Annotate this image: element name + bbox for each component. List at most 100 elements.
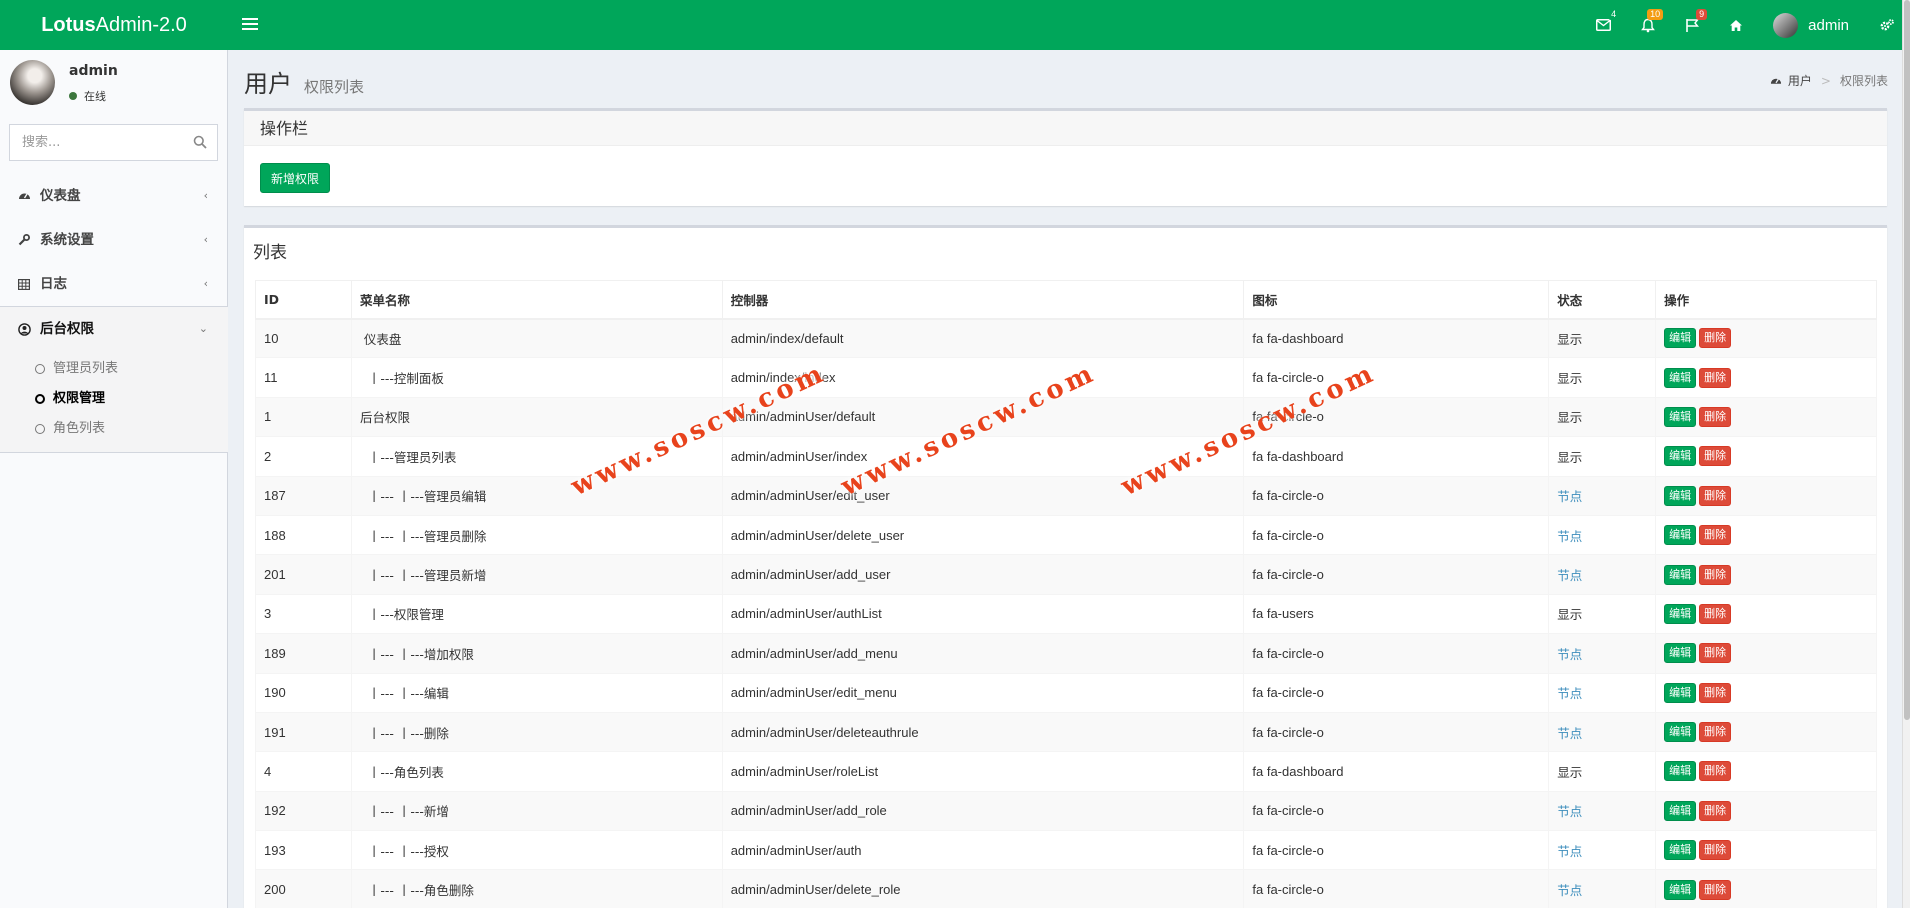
status-label: 显示 <box>1557 449 1583 465</box>
delete-button[interactable]: 删除 <box>1699 485 1732 506</box>
column-header[interactable]: 菜单名称 <box>350 280 723 320</box>
delete-button[interactable]: 删除 <box>1699 761 1732 782</box>
edit-button[interactable]: 编辑 <box>1664 800 1697 821</box>
cell-actions: 编辑 删除 <box>1655 751 1877 792</box>
chevron-down-icon: ⌄ <box>198 322 208 335</box>
edit-button[interactable]: 编辑 <box>1664 879 1697 900</box>
edit-button[interactable]: 编辑 <box>1664 643 1697 664</box>
delete-button[interactable]: 删除 <box>1699 328 1732 349</box>
sidebar-item-dashboard[interactable]: 仪表盘 ‹ <box>0 174 228 218</box>
status-label[interactable]: 节点 <box>1557 489 1582 504</box>
app-logo[interactable]: LotusAdmin-2.0 <box>0 0 228 50</box>
status-label[interactable]: 节点 <box>1557 686 1582 701</box>
sidebar-subitem-role-list[interactable]: 角色列表 <box>0 414 228 444</box>
column-header[interactable]: ID <box>255 280 352 320</box>
status-label[interactable]: 节点 <box>1557 568 1582 583</box>
edit-button[interactable]: 编辑 <box>1664 722 1697 743</box>
delete-button[interactable]: 删除 <box>1699 446 1732 467</box>
cell-menu-name: 后台权限 <box>350 396 723 438</box>
status-label[interactable]: 节点 <box>1557 647 1582 662</box>
cell-icon-class: fa fa-circle-o <box>1243 672 1550 713</box>
cell-icon-class: fa fa-circle-o <box>1243 830 1550 871</box>
edit-button[interactable]: 编辑 <box>1664 840 1697 861</box>
column-header[interactable]: 操作 <box>1655 280 1877 320</box>
status-label[interactable]: 节点 <box>1557 883 1582 898</box>
table-row: 187 丨--- 丨---管理员编辑 admin/adminUser/edit_u… <box>255 475 1877 516</box>
edit-button[interactable]: 编辑 <box>1664 564 1697 585</box>
sidebar-item-settings[interactable]: 系统设置 ‹ <box>0 218 228 262</box>
list-box: 列表 ID 菜单名称 控制器 图标 状态 操作 10 仪表盘 admin/inde… <box>244 225 1887 908</box>
cell-icon-class: fa fa-circle-o <box>1243 554 1550 595</box>
user-menu[interactable]: admin <box>1758 0 1864 50</box>
status-label[interactable]: 节点 <box>1557 804 1582 819</box>
delete-button[interactable]: 删除 <box>1699 722 1732 743</box>
table-header-row: ID 菜单名称 控制器 图标 状态 操作 <box>255 280 1877 320</box>
delete-button[interactable]: 删除 <box>1699 603 1732 624</box>
sidebar-subitem-label: 角色列表 <box>53 421 106 436</box>
cell-id: 2 <box>255 436 352 477</box>
cell-actions: 编辑 删除 <box>1655 357 1877 398</box>
add-permission-button[interactable]: 新增权限 <box>260 163 331 193</box>
cell-icon-class: fa fa-circle-o <box>1243 475 1550 516</box>
page-title: 用户 <box>244 70 292 98</box>
sidebar-item-label: 系统设置 <box>40 232 94 248</box>
sidebar-submenu: 管理员列表 权限管理 角色列表 <box>0 350 228 453</box>
user-status: 在线 <box>69 88 106 104</box>
sidebar-item-log[interactable]: 日志 ‹ <box>0 262 228 306</box>
column-header[interactable]: 状态 <box>1548 280 1657 320</box>
delete-button[interactable]: 删除 <box>1699 564 1732 585</box>
edit-button[interactable]: 编辑 <box>1664 406 1697 427</box>
column-header[interactable]: 控制器 <box>721 280 1245 320</box>
messages-button[interactable]: 4 <box>1581 0 1626 50</box>
edit-button[interactable]: 编辑 <box>1664 485 1697 506</box>
delete-button[interactable]: 删除 <box>1699 643 1732 664</box>
status-label[interactable]: 节点 <box>1557 844 1582 859</box>
home-button[interactable] <box>1714 0 1758 50</box>
breadcrumb: 用户 > 权限列表 <box>1770 72 1888 89</box>
delete-button[interactable]: 删除 <box>1699 840 1732 861</box>
status-label[interactable]: 节点 <box>1557 726 1582 741</box>
cell-controller: admin/adminUser/index <box>721 436 1245 477</box>
edit-button[interactable]: 编辑 <box>1664 328 1697 349</box>
tasks-button[interactable]: 9 <box>1670 0 1714 50</box>
delete-button[interactable]: 删除 <box>1699 367 1732 388</box>
avatar <box>10 60 55 105</box>
tasks-badge: 9 <box>1696 9 1708 20</box>
delete-button[interactable]: 删除 <box>1699 525 1732 546</box>
edit-button[interactable]: 编辑 <box>1664 446 1697 467</box>
edit-button[interactable]: 编辑 <box>1664 682 1697 703</box>
cell-actions: 编辑 删除 <box>1655 869 1877 908</box>
search-icon[interactable] <box>193 135 207 149</box>
search-input[interactable] <box>10 125 180 160</box>
status-label[interactable]: 节点 <box>1557 529 1582 544</box>
table-row: 201 丨--- 丨---管理员新增 admin/adminUser/add_us… <box>255 554 1877 595</box>
scrollbar-thumb[interactable] <box>1904 0 1910 720</box>
cell-icon-class: fa fa-dashboard <box>1243 751 1550 792</box>
edit-button[interactable]: 编辑 <box>1664 367 1697 388</box>
user-panel: admin 在线 <box>10 60 220 110</box>
list-box-title: 列表 <box>253 243 287 263</box>
edit-button[interactable]: 编辑 <box>1664 761 1697 782</box>
delete-button[interactable]: 删除 <box>1699 406 1732 427</box>
edit-button[interactable]: 编辑 <box>1664 603 1697 624</box>
breadcrumb-link-user[interactable]: 用户 <box>1788 72 1812 89</box>
sidebar-item-permissions[interactable]: 后台权限 ⌄ <box>0 306 228 350</box>
sidebar-toggle-button[interactable] <box>242 15 258 35</box>
notifications-button[interactable]: 10 <box>1626 0 1670 50</box>
column-header[interactable]: 图标 <box>1243 280 1550 320</box>
cell-menu-name: 丨---角色列表 <box>350 751 723 792</box>
delete-button[interactable]: 删除 <box>1699 682 1732 703</box>
cell-status: 节点 <box>1548 790 1657 832</box>
delete-button[interactable]: 删除 <box>1699 879 1732 900</box>
sidebar-subitem-admin-list[interactable]: 管理员列表 <box>0 354 228 384</box>
sidebar-subitem-permission-management[interactable]: 权限管理 <box>0 384 228 414</box>
edit-button[interactable]: 编辑 <box>1664 525 1697 546</box>
cell-id: 192 <box>255 790 352 832</box>
delete-button[interactable]: 删除 <box>1699 800 1732 821</box>
sidebar-item-label: 日志 <box>40 276 67 292</box>
page-scrollbar[interactable] <box>1902 0 1910 908</box>
table-row: 3 丨---权限管理 admin/adminUser/authList fa fa-… <box>255 593 1877 635</box>
cell-menu-name: 丨--- 丨---管理员编辑 <box>350 475 723 516</box>
dashboard-icon <box>17 174 31 218</box>
cell-controller: admin/adminUser/delete_user <box>721 514 1245 556</box>
